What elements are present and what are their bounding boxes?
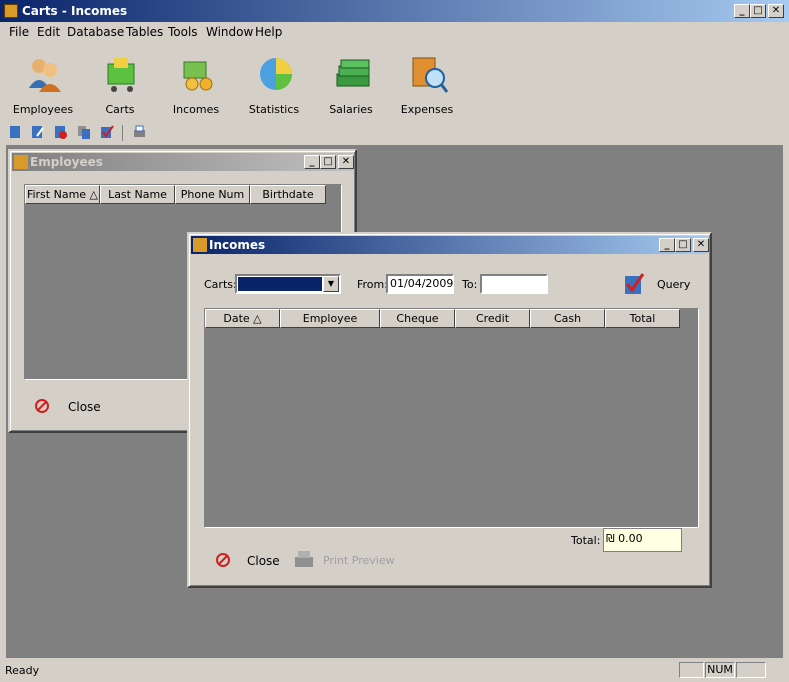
cancel-icon [35, 399, 49, 413]
column-header-first-name[interactable]: First Name △ [25, 185, 100, 204]
employees-minimize-button[interactable]: _ [304, 155, 320, 169]
menu-bar: File Edit Database Tables Tools Window H… [0, 22, 789, 42]
menu-database[interactable]: Database [67, 25, 124, 39]
toolbar-carts-button[interactable]: Carts [84, 48, 156, 120]
employees-close-label: Close [68, 400, 101, 414]
column-header-employee[interactable]: Employee [280, 309, 380, 328]
money-stack-icon [336, 59, 370, 87]
menu-tools[interactable]: Tools [168, 25, 198, 39]
carts-label: Carts: [204, 278, 237, 291]
toolbar-carts-label: Carts [105, 103, 135, 116]
column-header-last-name[interactable]: Last Name [100, 185, 175, 204]
total-label: Total: [571, 534, 601, 547]
maximize-button[interactable]: □ [750, 4, 766, 18]
column-header-credit[interactable]: Credit [455, 309, 530, 328]
status-bar: Ready [0, 660, 789, 682]
close-button[interactable]: ✕ [768, 4, 784, 18]
toolbar-separator [122, 125, 123, 141]
minimize-button[interactable]: _ [734, 4, 750, 18]
print-preview-button[interactable]: Print Preview [293, 547, 403, 571]
status-pane-num: NUM [705, 662, 735, 678]
cart-icon [107, 58, 135, 92]
incomes-title: Incomes [209, 238, 266, 252]
column-header-cash[interactable]: Cash [530, 309, 605, 328]
from-date-field[interactable]: 01/04/2009 [386, 274, 454, 294]
toolbar-salaries-button[interactable]: Salaries [315, 48, 387, 120]
delete-record-icon[interactable] [52, 124, 70, 142]
menu-window[interactable]: Window [206, 25, 253, 39]
toolbar-salaries-label: Salaries [329, 103, 373, 116]
status-text: Ready [5, 664, 40, 677]
chevron-down-icon[interactable]: ▼ [323, 276, 339, 292]
employees-title: Employees [30, 155, 103, 169]
incomes-close-window-button[interactable]: ✕ [693, 238, 709, 252]
status-pane-scrl [736, 662, 766, 678]
menu-help[interactable]: Help [255, 25, 282, 39]
toolbar-statistics-label: Statistics [248, 103, 300, 116]
window-icon [193, 238, 207, 252]
toolbar-employees-label: Employees [12, 103, 74, 116]
print-icon[interactable] [131, 124, 149, 142]
cancel-icon [216, 553, 230, 567]
query-label: Query [657, 278, 691, 291]
incomes-close-button[interactable]: Close [213, 550, 293, 570]
to-date-field[interactable] [480, 274, 548, 294]
incomes-icon [183, 61, 213, 91]
query-check-icon [625, 273, 645, 294]
total-value: ₪ 0.00 [603, 528, 682, 552]
query-icon[interactable] [99, 124, 117, 142]
employees-title-bar: Employees _ □ ✕ [12, 153, 354, 171]
status-pane-caps [679, 662, 704, 678]
incomes-title-bar: Incomes _ □ ✕ [191, 236, 709, 254]
incomes-close-label: Close [247, 554, 280, 568]
toolbar-expenses-label: Expenses [400, 103, 454, 116]
menu-edit[interactable]: Edit [37, 25, 60, 39]
carts-select[interactable]: ▼ [235, 274, 341, 294]
app-title: Carts - Incomes [22, 4, 128, 18]
incomes-window: Incomes _ □ ✕ Carts: ▼ From: 01/04/2009 … [187, 232, 712, 588]
window-icon [14, 155, 28, 169]
toolbar-expenses-button[interactable]: Expenses [391, 48, 463, 120]
printer-icon [295, 551, 313, 567]
copy-record-icon[interactable] [76, 124, 94, 142]
pie-chart-icon [260, 58, 292, 90]
employees-close-button[interactable]: Close [32, 396, 112, 416]
menu-tables[interactable]: Tables [126, 25, 163, 39]
carts-selected-value [238, 277, 322, 291]
employees-maximize-button[interactable]: □ [320, 155, 336, 169]
from-label: From: [357, 278, 388, 291]
expenses-icon [412, 57, 449, 93]
new-record-icon[interactable] [7, 124, 25, 142]
employees-icon [29, 59, 61, 92]
main-title-bar: Carts - Incomes _ □ ✕ [0, 0, 789, 22]
column-header-total[interactable]: Total [605, 309, 680, 328]
toolbar-incomes-label: Incomes [172, 103, 220, 116]
toolbar-incomes-button[interactable]: Incomes [160, 48, 232, 120]
column-header-phone[interactable]: Phone Num [175, 185, 250, 204]
employees-close-window-button[interactable]: ✕ [338, 155, 354, 169]
column-header-date[interactable]: Date △ [205, 309, 280, 328]
column-header-birthdate[interactable]: Birthdate [250, 185, 326, 204]
column-header-cheque[interactable]: Cheque [380, 309, 455, 328]
edit-record-icon[interactable] [29, 124, 47, 142]
incomes-grid[interactable]: Date △ Employee Cheque Credit Cash Total [204, 308, 699, 528]
incomes-maximize-button[interactable]: □ [675, 238, 691, 252]
toolbar-employees-button[interactable]: Employees [7, 48, 79, 120]
menu-file[interactable]: File [9, 25, 29, 39]
to-label: To: [462, 278, 478, 291]
incomes-minimize-button[interactable]: _ [659, 238, 675, 252]
app-icon[interactable] [4, 4, 18, 18]
print-preview-label: Print Preview [323, 554, 395, 567]
query-button[interactable]: Query [619, 270, 694, 296]
toolbar-statistics-button[interactable]: Statistics [238, 48, 310, 120]
